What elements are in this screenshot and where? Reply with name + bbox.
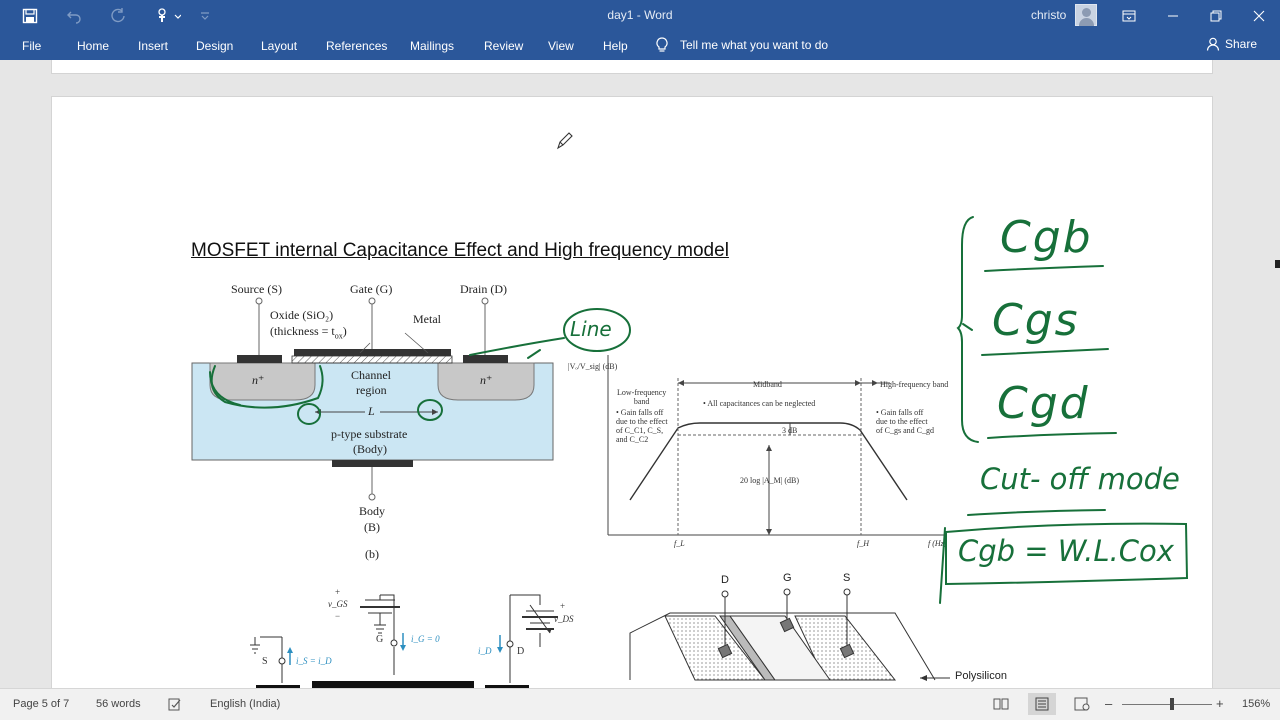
fl-label: f_L: [674, 539, 685, 548]
tell-me-search[interactable]: Tell me what you want to do: [656, 37, 828, 53]
proofing-icon[interactable]: [166, 695, 184, 713]
vds-plus-label: +: [560, 601, 566, 611]
tab-review[interactable]: Review: [484, 39, 523, 53]
n-plus-source-label: n⁺: [252, 373, 265, 387]
tab-mailings[interactable]: Mailings: [410, 39, 454, 53]
channel-label: Channel: [351, 368, 391, 382]
mosfet-drawing: [191, 297, 554, 501]
tell-me-label: Tell me what you want to do: [680, 38, 829, 52]
ribbon-tabs: File Home Insert Design Layout Reference…: [0, 31, 1280, 60]
title-bar: day1 - Word christo: [0, 0, 1280, 31]
handwriting-cgs: Cgs: [992, 295, 1080, 346]
body-label: Body: [359, 504, 386, 518]
handwriting-line: Line: [570, 317, 612, 341]
oxide-label: Oxide (SiO₂): [270, 308, 334, 322]
mosfet-cross-section-figure: Source (S) Gate (G) Drain (D) Oxide (SiO…: [180, 275, 580, 565]
status-bar: Page 5 of 7 56 words English (India) – +…: [0, 688, 1280, 720]
handwriting-cgd: Cgd: [997, 378, 1090, 429]
zoom-slider[interactable]: [1122, 704, 1212, 705]
handwriting-cgb: Cgb: [1000, 212, 1093, 263]
avatar[interactable]: [1075, 4, 1097, 26]
metal-label: Metal: [413, 312, 441, 326]
vgs-plus-label: +: [335, 587, 341, 597]
high-band-label: High-frequency band: [880, 380, 949, 389]
source-label: Source (S): [231, 282, 282, 296]
ribbon-display-options-icon[interactable]: [1106, 0, 1152, 31]
high-band-note: • Gain falls off due to the effect of C_…: [876, 408, 934, 435]
g-terminal-label: G: [376, 634, 384, 645]
f-axis-label: f (Hz): [928, 539, 947, 548]
word-count[interactable]: 56 words: [96, 698, 141, 710]
three-db-label: 3 dB: [782, 426, 798, 435]
is-label: i_S = i_D: [296, 656, 332, 666]
minimize-icon[interactable]: [1150, 0, 1196, 31]
3d-source-label: S: [843, 572, 851, 584]
vgs-minus-label: −: [335, 611, 341, 621]
vertical-scrollbar[interactable]: [1272, 60, 1280, 688]
language[interactable]: English (India): [210, 698, 280, 710]
body-b-label: (B): [364, 520, 380, 534]
pencil-cursor-icon: [557, 132, 573, 150]
print-layout-icon[interactable]: [1028, 693, 1056, 715]
zoom-out-button[interactable]: –: [1105, 696, 1112, 711]
gate-label: Gate (G): [350, 282, 393, 296]
ig-label: i_G = 0: [411, 634, 440, 644]
polysilicon-label: Polysilicon: [955, 670, 1007, 682]
zoom-slider-thumb[interactable]: [1170, 698, 1174, 710]
previous-page-bottom: [51, 60, 1213, 74]
tab-help[interactable]: Help: [603, 39, 628, 53]
y-axis-label: |Vₒ/V_sig| (dB): [568, 362, 618, 371]
bias-circuit-drawing: [250, 594, 558, 688]
tab-home[interactable]: Home: [77, 39, 109, 53]
bias-circuit-figure: + v_GS − G i_G = 0 S i_S = i_D i_D D + v…: [230, 585, 590, 688]
midband-gain-label: 20 log |A_M| (dB): [740, 476, 799, 485]
region-label: region: [356, 383, 387, 397]
low-band-note: • Gain falls off due to the effect of C_…: [616, 408, 668, 444]
read-mode-icon[interactable]: [992, 695, 1010, 713]
s-terminal-label: S: [262, 656, 268, 667]
zoom-level[interactable]: 156%: [1242, 698, 1270, 710]
3d-gate-label: G: [783, 572, 792, 584]
mosfet-3d-figure: D G S Polysilicon: [625, 572, 1025, 688]
document-area[interactable]: MOSFET internal Capacitance Effect and H…: [0, 60, 1280, 688]
close-icon[interactable]: [1236, 0, 1280, 31]
figure-caption: (b): [365, 547, 379, 561]
midband-note: • All capacitances can be neglected: [703, 399, 816, 408]
person-icon: [1206, 37, 1220, 51]
share-label: Share: [1225, 37, 1258, 51]
body-paren-label: (Body): [353, 442, 387, 456]
restore-icon[interactable]: [1193, 0, 1239, 31]
fh-label: f_H: [857, 539, 869, 548]
drain-label: Drain (D): [460, 282, 507, 296]
share-button[interactable]: Share: [1206, 37, 1257, 51]
low-band-label: Low-frequency band: [617, 388, 667, 406]
length-label: L: [368, 404, 375, 418]
n-plus-drain-label: n⁺: [480, 373, 493, 387]
tab-design[interactable]: Design: [196, 39, 233, 53]
tab-file[interactable]: File: [22, 39, 41, 53]
midband-label: Midband: [753, 380, 782, 389]
handwriting-cutoff: Cut- off mode: [980, 462, 1180, 496]
d-terminal-label: D: [517, 646, 525, 657]
tab-references[interactable]: References: [326, 39, 387, 53]
page-count[interactable]: Page 5 of 7: [13, 698, 69, 710]
web-layout-icon[interactable]: [1073, 695, 1091, 713]
vgs-label: v_GS: [328, 599, 348, 609]
3d-drain-label: D: [721, 574, 729, 586]
tab-view[interactable]: View: [548, 39, 574, 53]
user-name[interactable]: christo: [1031, 8, 1066, 22]
lightbulb-icon: [656, 37, 668, 52]
thickness-label: (thickness = tox): [270, 324, 347, 341]
vds-label: v_DS: [554, 614, 574, 624]
tab-layout[interactable]: Layout: [261, 39, 297, 53]
handwriting-formula: Cgb = W.L.Cox: [958, 534, 1174, 568]
page-title: MOSFET internal Capacitance Effect and H…: [191, 240, 729, 261]
tab-insert[interactable]: Insert: [138, 39, 168, 53]
id-label: i_D: [478, 646, 492, 656]
zoom-in-button[interactable]: +: [1216, 696, 1224, 711]
frequency-response-figure: |Vₒ/V_sig| (dB) Low-frequency band Midba…: [560, 350, 960, 570]
substrate-label: p-type substrate: [331, 427, 408, 441]
